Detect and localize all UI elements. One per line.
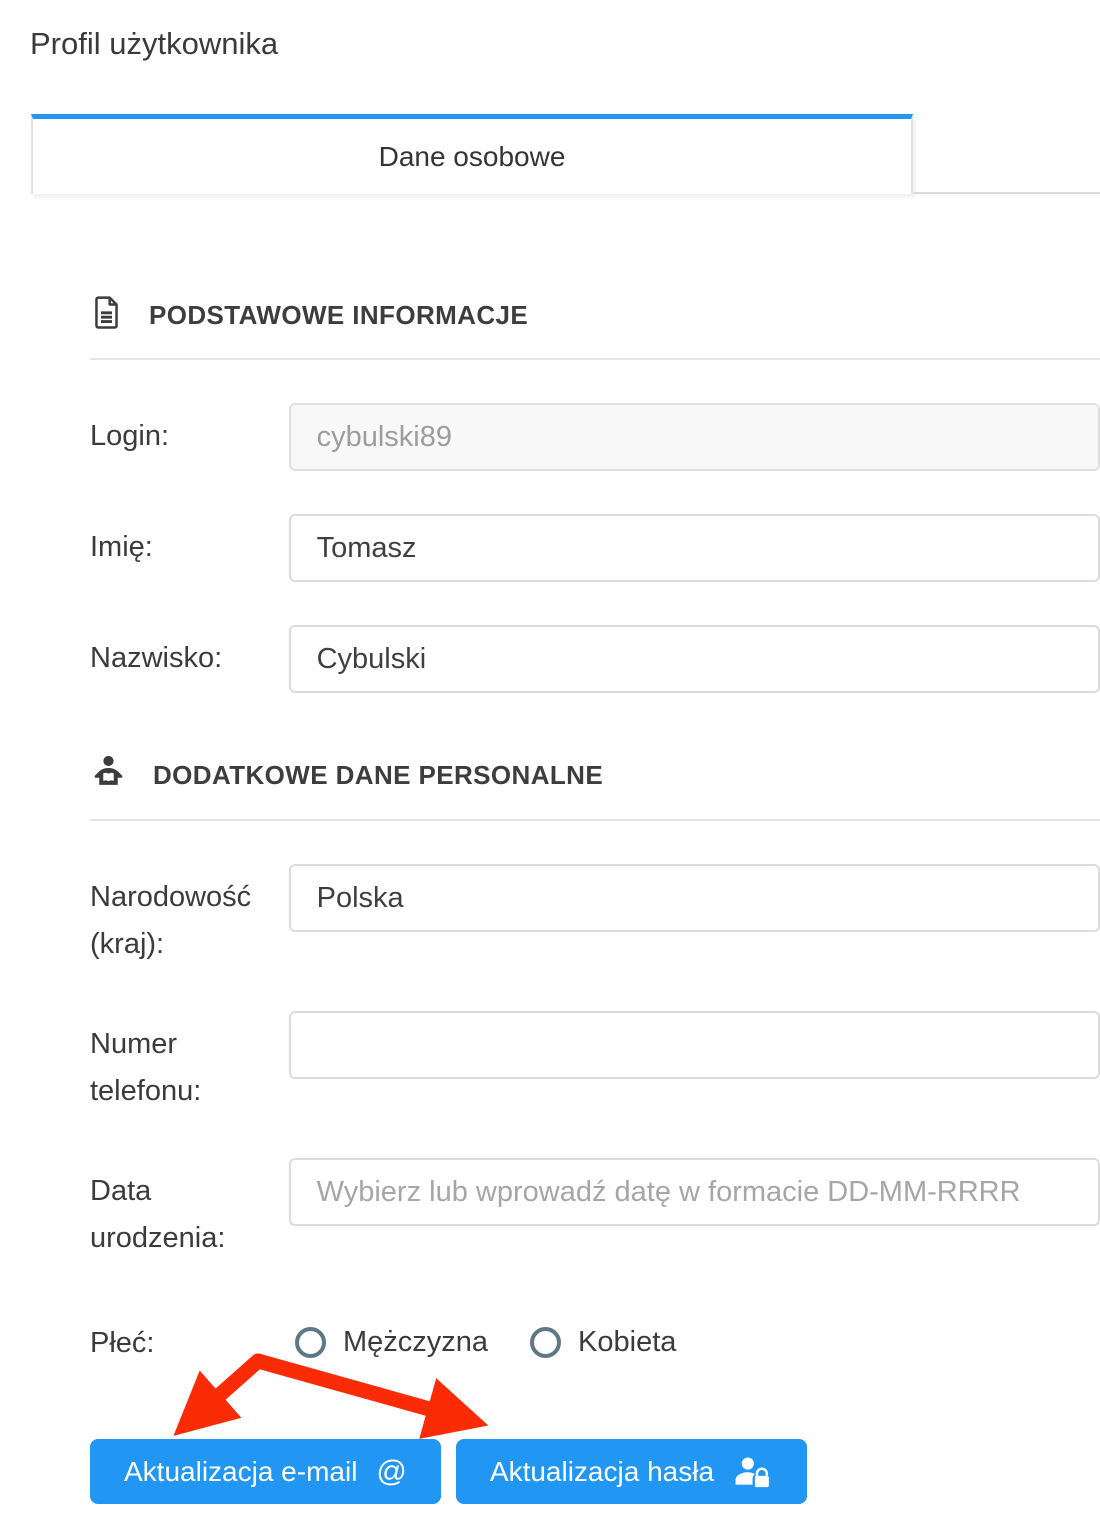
at-icon: @ [376,1455,406,1489]
first-name-input[interactable] [289,514,1100,582]
profile-form: PODSTAWOWE INFORMACJE Login: Imię: Nazwi… [0,294,1100,1504]
tab-dane-osobowe[interactable]: Dane osobowe [31,114,913,194]
login-label: Login: [90,403,289,460]
nationality-input[interactable] [289,864,1100,932]
person-lock-icon [733,1454,773,1490]
tab-bar: Dane osobowe [0,114,1100,194]
radio-mezczyzna-label: Mężczyzna [343,1326,488,1359]
gender-row: Płeć: Mężczyzna Kobieta [90,1310,1100,1367]
nationality-label: Narodowość (kraj): [90,864,289,968]
section-divider [90,358,1100,360]
radio-kobieta-label: Kobieta [578,1326,676,1359]
document-icon [90,294,123,336]
birth-date-row: Data urodzenia: [90,1158,1100,1262]
login-input [289,403,1100,471]
page-title: Profil użytkownika [30,26,1100,62]
phone-input[interactable] [289,1011,1100,1079]
nationality-row: Narodowość (kraj): [90,864,1100,968]
tab-label: Dane osobowe [379,141,566,173]
gender-label: Płeć: [90,1310,295,1367]
radio-circle-icon[interactable] [530,1327,561,1358]
gender-radio-group: Mężczyzna Kobieta [295,1310,718,1359]
birth-date-input[interactable] [289,1158,1100,1226]
last-name-label: Nazwisko: [90,625,289,682]
section-basic-header: PODSTAWOWE INFORMACJE [90,294,1100,336]
section-basic-title: PODSTAWOWE INFORMACJE [149,300,528,331]
last-name-input[interactable] [289,625,1100,693]
birth-date-label: Data urodzenia: [90,1158,289,1262]
login-row: Login: [90,403,1100,471]
section-additional-title: DODATKOWE DANE PERSONALNE [153,760,603,791]
update-email-button[interactable]: Aktualizacja e-mail @ [90,1439,441,1504]
phone-row: Numer telefonu: [90,1011,1100,1115]
update-password-button[interactable]: Aktualizacja hasła [456,1439,807,1504]
tab-bar-filler [913,114,1100,194]
user-profile-page: Profil użytkownika Dane osobowe PODSTAWO… [0,26,1100,1534]
phone-label: Numer telefonu: [90,1011,289,1115]
action-buttons: Aktualizacja e-mail @ Aktualizacja hasła [90,1439,1100,1504]
section-divider [90,819,1100,821]
section-additional-header: DODATKOWE DANE PERSONALNE [90,753,1100,797]
update-email-label: Aktualizacja e-mail [124,1456,357,1488]
radio-mezczyzna[interactable]: Mężczyzna [295,1326,488,1359]
first-name-row: Imię: [90,514,1100,582]
radio-circle-icon[interactable] [295,1327,326,1358]
last-name-row: Nazwisko: [90,625,1100,693]
first-name-label: Imię: [90,514,289,571]
radio-kobieta[interactable]: Kobieta [530,1326,676,1359]
person-icon [90,753,127,797]
update-password-label: Aktualizacja hasła [490,1456,714,1488]
